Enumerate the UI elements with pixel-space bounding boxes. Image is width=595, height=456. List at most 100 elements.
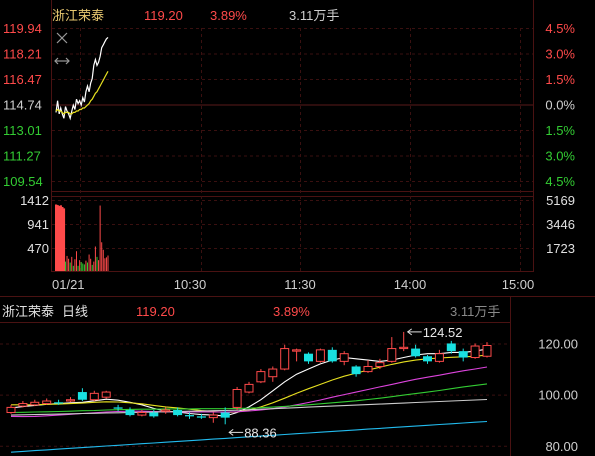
daily-stock-name: 浙江荣泰 <box>2 304 54 319</box>
candle-body <box>54 402 64 404</box>
daily-axis-labels: 120.00 100.00 80.00 <box>538 336 578 453</box>
price-annotation: 88.36 <box>244 425 277 440</box>
candle <box>42 398 52 405</box>
candle-body <box>375 362 385 367</box>
last-price: 119.20 <box>144 8 183 23</box>
candle-body <box>149 412 159 417</box>
candle <box>482 342 492 358</box>
candle <box>363 360 373 373</box>
candle-body <box>208 414 218 419</box>
candle-body <box>66 399 75 402</box>
daily-period-label[interactable]: 日线 <box>62 304 88 319</box>
price-tick-label: 118.21 <box>3 47 42 62</box>
percent-tick-label: 3.0% <box>545 149 575 164</box>
price-line <box>55 36 109 121</box>
volume-tick-label: 1412 <box>20 193 49 208</box>
candle-body <box>256 371 266 383</box>
price-tick-label: 109.54 <box>3 174 43 189</box>
candle-body <box>125 409 135 416</box>
candle-body <box>89 392 99 401</box>
intraday-volume-bars <box>55 204 109 271</box>
candle <box>446 340 456 354</box>
candle <box>232 386 242 410</box>
time-axis: 01/21 10:30 11:30 14:00 15:00 <box>52 277 534 292</box>
candle-body <box>351 366 361 375</box>
volume-right-tick-label: 3446 <box>546 217 575 232</box>
time-tick-label: 10:30 <box>174 277 207 292</box>
close-icon[interactable] <box>56 32 68 44</box>
candle-body <box>101 391 111 398</box>
percent-tick-label: 1.5% <box>545 123 575 138</box>
candle-body <box>185 415 194 417</box>
candle-body <box>244 383 254 393</box>
volume-bar <box>62 208 66 271</box>
average-price-line <box>55 71 109 115</box>
price-tick-label: 113.01 <box>3 123 42 138</box>
candle-body <box>327 349 337 362</box>
candle-body <box>196 416 206 418</box>
candle-body <box>339 353 349 362</box>
price-annotations: 124.52 88.36 <box>228 325 462 440</box>
percent-tick-label: 3.0% <box>545 47 575 62</box>
candle <box>315 348 325 363</box>
candle-body <box>268 368 278 378</box>
intraday-grid <box>52 28 533 272</box>
volume-right-tick-label: 1723 <box>546 241 575 256</box>
candle-body <box>161 409 171 412</box>
volume-label: 3.11万手 <box>289 8 339 23</box>
daily-volume: 3.11万手 <box>450 304 500 319</box>
candle <box>292 348 302 362</box>
candle-body <box>220 412 230 418</box>
candle <box>280 344 290 371</box>
daily-tick-label: 120.00 <box>538 336 578 351</box>
candle <box>458 348 468 362</box>
candle <box>399 331 409 352</box>
price-tick-label: 111.27 <box>3 149 41 164</box>
candle-body <box>292 349 302 352</box>
candle <box>304 352 313 364</box>
candle <box>244 381 254 394</box>
candle-body <box>42 400 52 405</box>
candle <box>208 412 218 423</box>
daily-change-percent: 3.89% <box>273 304 310 319</box>
candle <box>339 351 349 366</box>
candle <box>66 397 75 403</box>
volume-tick-label: 941 <box>27 217 49 232</box>
stock-name: 浙江荣泰 <box>52 8 104 23</box>
candle-body <box>30 401 40 406</box>
candle-body <box>232 389 242 408</box>
daily-tick-label: 80.00 <box>545 439 578 454</box>
time-tick-label: 01/21 <box>52 277 85 292</box>
price-tick-label: 116.47 <box>3 72 42 87</box>
candle <box>30 399 40 407</box>
candle <box>256 369 266 384</box>
expand-horizontal-icon[interactable] <box>54 57 70 65</box>
candle-body <box>6 406 16 414</box>
daily-tick-label: 100.00 <box>538 388 578 403</box>
candle <box>434 349 444 363</box>
time-tick-label: 11:30 <box>284 277 316 292</box>
intraday-price-lines <box>55 36 109 121</box>
stock-chart: 浙江荣泰 119.20 3.89% 3.11万手 119.94 4.5% 118.2… <box>0 0 595 456</box>
price-tick-label: 114.74 <box>3 98 42 113</box>
volume-right-tick-label: 5169 <box>546 193 575 208</box>
candle-body <box>18 403 28 407</box>
candle-body <box>363 365 373 373</box>
candle-body <box>446 343 456 352</box>
candle-body <box>423 356 432 362</box>
candle-body <box>470 345 480 359</box>
price-tick-label: 119.94 <box>3 21 42 36</box>
candle-body <box>173 409 183 416</box>
candle-body <box>434 353 444 362</box>
candle <box>125 407 135 417</box>
candle <box>387 337 397 363</box>
candle <box>327 347 337 363</box>
percent-tick-label: 4.5% <box>545 21 575 36</box>
percent-tick-label: 4.5% <box>545 174 575 189</box>
candle <box>77 388 87 402</box>
percent-tick-label: 0.0% <box>545 98 575 113</box>
volume-tick-label: 470 <box>27 241 49 256</box>
candle-body <box>399 346 409 350</box>
time-tick-label: 15:00 <box>502 277 535 292</box>
candle <box>18 401 28 408</box>
